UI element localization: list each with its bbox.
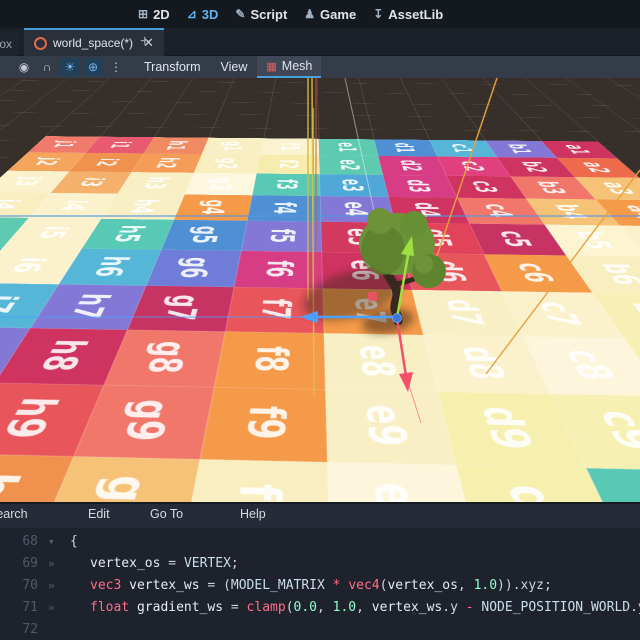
view-options-dots-icon[interactable]: ⋮ (106, 60, 126, 74)
gizmo-plane-handle[interactable] (367, 291, 377, 301)
move-gizmo[interactable] (0, 236, 421, 423)
fold-arrow-icon[interactable]: ▾ (48, 531, 68, 553)
code-text: { (68, 531, 78, 553)
scene-tab-bar: ox world_space(*) ✕ + (0, 28, 640, 56)
main-tab-script[interactable]: ✎ Script (235, 7, 287, 22)
main-tab-2d-label: 2D (153, 7, 170, 22)
3d-icon: ⊿ (187, 7, 197, 21)
script-icon: ✎ (235, 7, 245, 21)
main-tab-script-label: Script (250, 7, 287, 22)
main-tab-3d[interactable]: ⊿ 3D (187, 7, 219, 22)
main-tab-game-label: Game (320, 7, 356, 22)
goto-menu[interactable]: Go To (150, 507, 183, 521)
scene-icon (34, 37, 47, 50)
indent-marker: » (48, 597, 68, 619)
main-tab-game[interactable]: ♟ Game (304, 7, 356, 22)
code-line-72[interactable]: 72 (0, 619, 640, 640)
assetlib-icon: ↧ (373, 7, 383, 21)
3d-viewport[interactable]: j1 i1 h1 g1 f1 e1 d1 c1 b1 a1 j2 i2 h2 g2 f2 e2 d2 c2 b2 a2… (0, 78, 640, 502)
shader-editor-panel: Search Edit Go To Help 68▾{69»vertex_os … (0, 502, 640, 640)
help-menu[interactable]: Help (240, 507, 266, 521)
preview-environment-icon[interactable]: ⊕ (83, 58, 103, 76)
line-number: 72 (0, 619, 48, 640)
indent-marker: » (48, 553, 68, 575)
main-tab-2d[interactable]: ⊞ 2D (138, 7, 170, 22)
tree-bush-bump-right (400, 211, 428, 239)
transform-menu[interactable]: Transform (134, 60, 211, 74)
line-number: 71 (0, 597, 48, 619)
code-line-70[interactable]: 70» vec3 vertex_ws = (MODEL_MATRIX * vec4… (0, 575, 640, 597)
2d-icon: ⊞ (138, 7, 148, 21)
scene-tab-label: world_space(*) (53, 36, 133, 50)
orange-gizmo-line-1 (437, 78, 497, 256)
preview-sun-icon[interactable]: ☀ (60, 58, 80, 76)
view-menu[interactable]: View (211, 60, 258, 74)
edit-menu[interactable]: Edit (88, 507, 110, 521)
code-line-71[interactable]: 71» float gradient_ws = clamp(0.0, 1.0, v… (0, 597, 640, 619)
shader-panel-menubar: Search Edit Go To Help (0, 502, 640, 528)
world-axis-lines (0, 78, 640, 396)
code-text: vec3 vertex_ws = (MODEL_MATRIX * vec4(ve… (68, 575, 552, 597)
line-number: 68 (0, 531, 48, 553)
editor-top-bar: ⊞ 2D ⊿ 3D ✎ Script ♟ Game ↧ AssetLib (0, 0, 640, 28)
main-tab-3d-label: 3D (202, 7, 219, 22)
main-tab-assetlib-label: AssetLib (388, 7, 443, 22)
code-text: float gradient_ws = clamp(0.0, 1.0, vert… (68, 597, 640, 619)
gizmo-center-handle[interactable] (393, 314, 402, 323)
indent-marker (48, 619, 68, 640)
code-text: vertex_os = VERTEX; (68, 553, 239, 575)
gizmo-red-arrowhead[interactable] (399, 372, 413, 392)
tree-bush-small-highlight (415, 255, 433, 273)
code-line-69[interactable]: 69» vertex_os = VERTEX; (0, 553, 640, 575)
indent-marker: » (48, 575, 68, 597)
mesh-menu-label: Mesh (282, 59, 313, 73)
shader-code-editor[interactable]: 68 ▾{69» vertex_os = VERTEX; 70» vec3 vertex… (0, 528, 640, 640)
scene-tab-previous[interactable]: ox (0, 31, 18, 56)
godot-editor-window: ⊞ 2D ⊿ 3D ✎ Script ♟ Game ↧ AssetLib ox (0, 0, 640, 640)
workspace-switcher: ⊞ 2D ⊿ 3D ✎ Script ♟ Game ↧ AssetLib (138, 0, 443, 28)
scene-tab-previous-label: ox (0, 37, 12, 51)
viewport-overlay (0, 78, 640, 502)
code-line-68[interactable]: 68 ▾{ (0, 531, 640, 553)
search-menu[interactable]: Search (0, 507, 28, 521)
code-text (68, 619, 70, 640)
snap-magnet-icon[interactable]: ∩ (37, 60, 57, 74)
add-scene-tab-button[interactable]: + (140, 32, 149, 52)
game-icon: ♟ (304, 7, 315, 21)
mesh-menu[interactable]: ▦ Mesh (257, 56, 321, 78)
sphere-icon[interactable]: ◉ (14, 60, 34, 74)
orange-gizmo-line-2 (486, 170, 640, 374)
viewport-toolbar: ◉ ∩ ☀ ⊕ ⋮ Transform View ▦ Mesh (0, 56, 640, 78)
tree-bush-bump-left (367, 208, 393, 234)
mesh-icon: ▦ (266, 60, 276, 73)
line-number: 70 (0, 575, 48, 597)
main-tab-assetlib[interactable]: ↧ AssetLib (373, 7, 443, 22)
line-number: 69 (0, 553, 48, 575)
